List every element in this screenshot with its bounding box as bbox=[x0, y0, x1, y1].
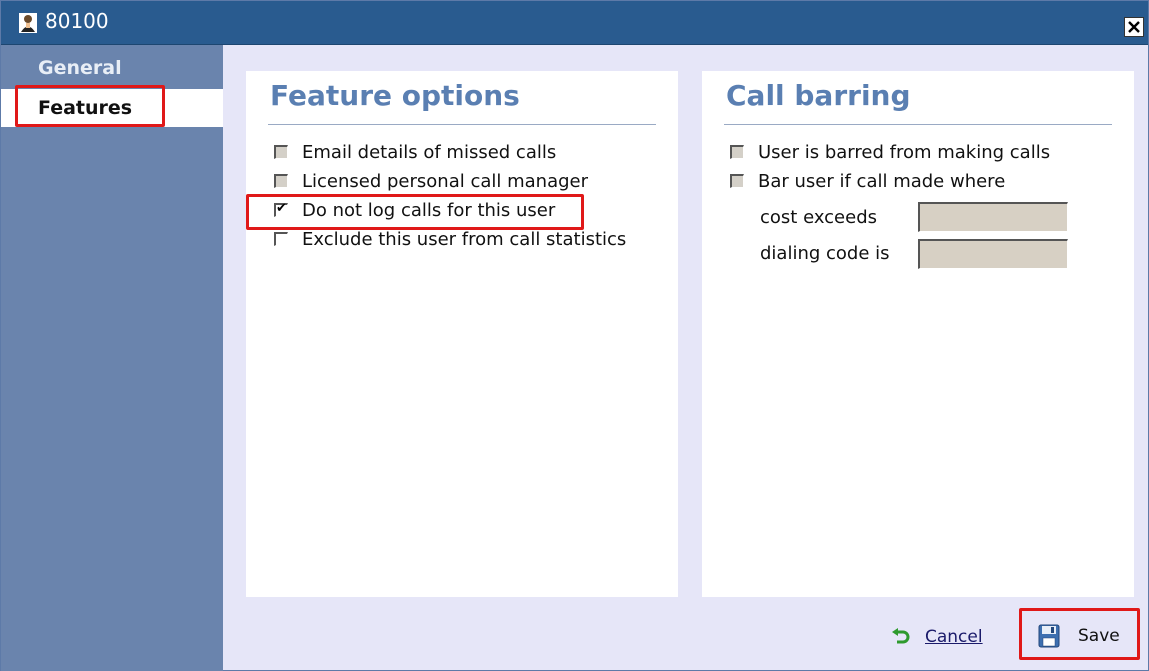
licensed-personal-call-manager-checkbox[interactable] bbox=[274, 174, 288, 188]
dialing-code-input[interactable] bbox=[918, 239, 1068, 269]
option-licensed-personal-call-manager: Licensed personal call manager bbox=[274, 168, 588, 194]
option-label: Email details of missed calls bbox=[302, 141, 557, 163]
option-label: Bar user if call made where bbox=[758, 170, 1006, 192]
user-barred-checkbox[interactable] bbox=[730, 145, 744, 159]
divider bbox=[724, 124, 1112, 125]
user-icon bbox=[19, 13, 37, 33]
highlight-box-features bbox=[15, 85, 165, 127]
sidebar: General Features bbox=[1, 45, 223, 671]
user-settings-window: 80100 General Features Feature options E… bbox=[0, 0, 1149, 671]
highlight-box-save bbox=[1019, 608, 1140, 660]
sidebar-item-general[interactable]: General bbox=[1, 49, 223, 87]
undo-arrow-icon bbox=[892, 628, 910, 644]
cost-exceeds-input[interactable] bbox=[918, 202, 1068, 232]
exclude-call-statistics-checkbox[interactable] bbox=[274, 232, 288, 246]
title-bar: 80100 bbox=[1, 1, 1148, 45]
option-label: User is barred from making calls bbox=[758, 141, 1051, 163]
dialing-code-label: dialing code is bbox=[760, 243, 890, 264]
option-label: Exclude this user from call statistics bbox=[302, 228, 627, 250]
highlight-box-do-not-log bbox=[246, 194, 584, 230]
bar-user-if-checkbox[interactable] bbox=[730, 174, 744, 188]
window-title: 80100 bbox=[45, 9, 109, 33]
cancel-button[interactable]: Cancel bbox=[891, 623, 983, 651]
cost-exceeds-label: cost exceeds bbox=[760, 207, 878, 228]
option-label: Licensed personal call manager bbox=[302, 170, 589, 192]
feature-options-panel: Feature options Email details of missed … bbox=[246, 71, 678, 597]
feature-options-title: Feature options bbox=[270, 79, 520, 112]
option-bar-user-if: Bar user if call made where bbox=[730, 168, 1005, 194]
close-icon bbox=[1128, 21, 1140, 33]
call-barring-title: Call barring bbox=[726, 79, 911, 112]
option-user-barred: User is barred from making calls bbox=[730, 139, 1050, 165]
email-missed-calls-checkbox[interactable] bbox=[274, 145, 288, 159]
call-barring-panel: Call barring User is barred from making … bbox=[702, 71, 1134, 597]
close-button[interactable] bbox=[1124, 17, 1144, 37]
divider bbox=[268, 124, 656, 125]
cancel-label: Cancel bbox=[925, 627, 983, 647]
option-email-missed-calls: Email details of missed calls bbox=[274, 139, 556, 165]
